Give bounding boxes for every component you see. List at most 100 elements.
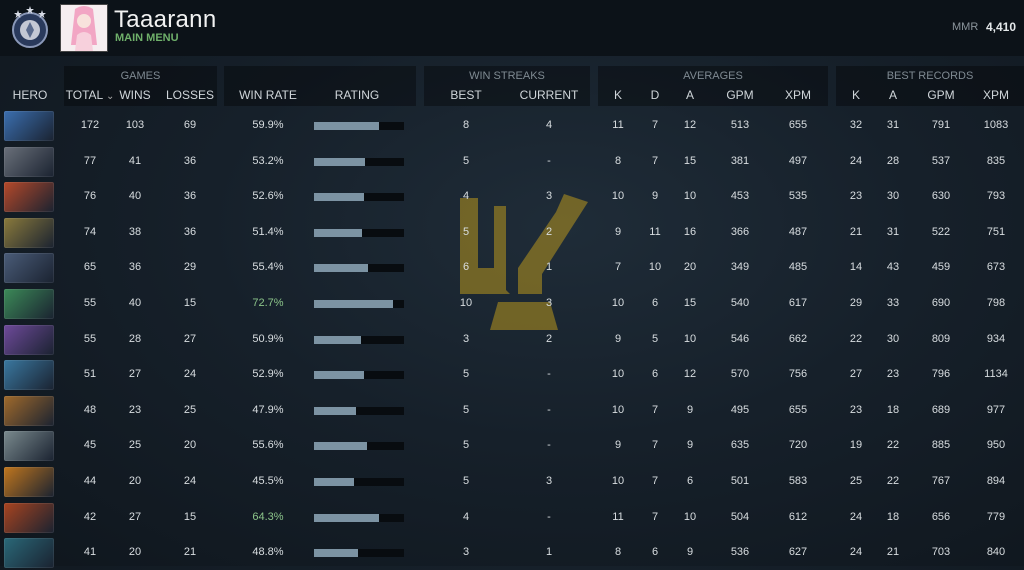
hero-portrait-icon[interactable] — [4, 467, 54, 497]
cell-total: 42 — [83, 510, 97, 523]
col-avg-k[interactable]: K — [606, 88, 630, 102]
cell-rxpm: 835 — [986, 154, 1006, 167]
cell-win-rate: 52.9% — [252, 368, 284, 381]
cell-gpm: 546 — [730, 332, 750, 345]
col-rec-xpm[interactable]: XPM — [976, 88, 1016, 102]
cell-d: 6 — [651, 368, 659, 381]
col-avg-xpm[interactable]: XPM — [778, 88, 818, 102]
hero-portrait-icon[interactable] — [4, 395, 54, 426]
cell-total: 45 — [83, 439, 97, 452]
table-row[interactable]: 48 23 25 47.9% 5 - 10 7 9 495 655 23 18 689 977 — [0, 394, 1024, 428]
col-rec-a[interactable]: A — [881, 88, 905, 102]
hero-portrait-icon[interactable] — [4, 502, 54, 533]
col-rating[interactable]: RATING — [322, 88, 392, 102]
cell-rk: 24 — [849, 154, 863, 167]
cell-wins: 36 — [128, 261, 142, 274]
cell-losses: 15 — [183, 297, 197, 309]
cell-rxpm: 798 — [986, 297, 1006, 309]
cell-best: 4 — [462, 510, 470, 523]
cell-losses: 36 — [183, 154, 197, 167]
win-streaks-group-title: WIN STREAKS — [469, 70, 545, 82]
table-row[interactable]: 44 20 24 45.5% 5 3 10 7 6 501 583 25 22 767 894 — [0, 465, 1024, 499]
cell-xpm: 756 — [788, 368, 808, 381]
table-row[interactable]: 76 40 36 52.6% 4 3 10 9 10 453 535 23 30 630 793 — [0, 180, 1024, 214]
cell-best: 5 — [462, 439, 470, 452]
cell-xpm: 627 — [788, 546, 808, 559]
col-rec-gpm[interactable]: GPM — [921, 88, 961, 102]
cell-losses: 21 — [183, 546, 197, 559]
cell-gpm: 513 — [730, 119, 750, 131]
cell-rk: 27 — [849, 368, 863, 381]
table-row[interactable]: 172 103 69 59.9% 8 4 11 7 12 513 655 32 31 791 1083 — [0, 109, 1024, 143]
cell-k: 10 — [611, 368, 625, 381]
col-losses[interactable]: LOSSES — [166, 88, 214, 102]
table-row[interactable]: 74 38 36 51.4% 5 2 9 11 16 366 487 21 31 522 751 — [0, 216, 1024, 250]
col-wins[interactable]: WINS — [115, 88, 155, 102]
cell-wins: 23 — [128, 403, 142, 416]
cell-k: 8 — [614, 154, 622, 167]
cell-wins: 25 — [128, 439, 142, 452]
col-avg-d[interactable]: D — [643, 88, 667, 102]
col-avg-a[interactable]: A — [678, 88, 702, 102]
hero-portrait-icon[interactable] — [4, 182, 54, 213]
hero-portrait-icon[interactable] — [4, 111, 54, 141]
hero-portrait-icon[interactable] — [4, 431, 54, 462]
hero-portrait-icon[interactable] — [4, 217, 54, 248]
cell-k: 10 — [611, 190, 625, 203]
hero-portrait-icon[interactable] — [4, 538, 54, 569]
cell-d: 7 — [651, 510, 659, 523]
mmr-value: 4,410 — [986, 20, 1017, 34]
cell-rxpm: 977 — [986, 403, 1006, 416]
cell-rxpm: 751 — [986, 225, 1006, 238]
hero-portrait-icon[interactable] — [4, 253, 54, 284]
table-row[interactable]: 77 41 36 53.2% 5 - 8 7 15 381 497 24 28 537 835 — [0, 145, 1024, 179]
hero-portrait-icon[interactable] — [4, 360, 54, 391]
col-streak-current[interactable]: CURRENT — [516, 88, 582, 102]
cell-win-rate: 52.6% — [252, 190, 284, 203]
col-win-rate[interactable]: WIN RATE — [236, 88, 300, 102]
col-total[interactable]: TOTAL — [64, 88, 116, 102]
main-menu-link[interactable]: MAIN MENU — [115, 32, 179, 44]
table-row[interactable]: 65 36 29 55.4% 6 1 7 10 20 349 485 14 43 459 673 — [0, 251, 1024, 285]
cell-xpm: 487 — [788, 225, 808, 238]
table-row[interactable]: 55 40 15 72.7% 10 3 10 6 15 540 617 29 33 690 798 — [0, 287, 1024, 321]
rank-medal-icon — [12, 6, 48, 48]
rating-bar-fill — [314, 513, 379, 522]
cell-k: 9 — [614, 439, 622, 452]
cell-best: 8 — [462, 119, 470, 131]
table-row[interactable]: 51 27 24 52.9% 5 - 10 6 12 570 756 27 23 796 1134 — [0, 358, 1024, 392]
cell-current: 3 — [545, 475, 553, 487]
cell-a: 12 — [683, 368, 697, 381]
cell-current: - — [547, 439, 551, 452]
cell-rk: 19 — [849, 439, 863, 452]
cell-win-rate: 50.9% — [252, 332, 284, 345]
cell-wins: 38 — [128, 225, 142, 238]
col-streak-best[interactable]: BEST — [446, 88, 486, 102]
hero-portrait-icon[interactable] — [4, 146, 54, 177]
cell-gpm: 495 — [730, 403, 750, 416]
mmr-label: MMR — [952, 21, 979, 33]
cell-best: 5 — [462, 475, 470, 487]
avatar[interactable] — [60, 4, 108, 52]
rating-bar-fill — [314, 228, 362, 237]
col-hero[interactable]: HERO — [4, 88, 56, 102]
col-avg-gpm[interactable]: GPM — [720, 88, 760, 102]
cell-a: 16 — [683, 225, 697, 238]
table-row[interactable]: 55 28 27 50.9% 3 2 9 5 10 546 662 22 30 809 934 — [0, 323, 1024, 357]
cell-wins: 27 — [128, 510, 142, 523]
table-row[interactable]: 41 20 21 48.8% 3 1 8 6 9 536 627 24 21 703 840 — [0, 536, 1024, 570]
hero-portrait-icon[interactable] — [4, 289, 54, 319]
table-row[interactable]: 42 27 15 64.3% 4 - 11 7 10 504 612 24 18 656 779 — [0, 501, 1024, 535]
cell-wins: 103 — [125, 119, 145, 131]
cell-win-rate: 53.2% — [252, 154, 284, 167]
col-rec-k[interactable]: K — [844, 88, 868, 102]
cell-best: 3 — [462, 332, 470, 345]
rating-bar-fill — [314, 157, 365, 166]
rating-bar — [314, 300, 404, 308]
cell-current: 1 — [545, 261, 553, 274]
cell-ra: 22 — [886, 475, 900, 487]
cell-best: 6 — [462, 261, 470, 274]
hero-portrait-icon[interactable] — [4, 324, 54, 355]
table-row[interactable]: 45 25 20 55.6% 5 - 9 7 9 635 720 19 22 885 950 — [0, 429, 1024, 463]
cell-total: 51 — [83, 368, 97, 381]
